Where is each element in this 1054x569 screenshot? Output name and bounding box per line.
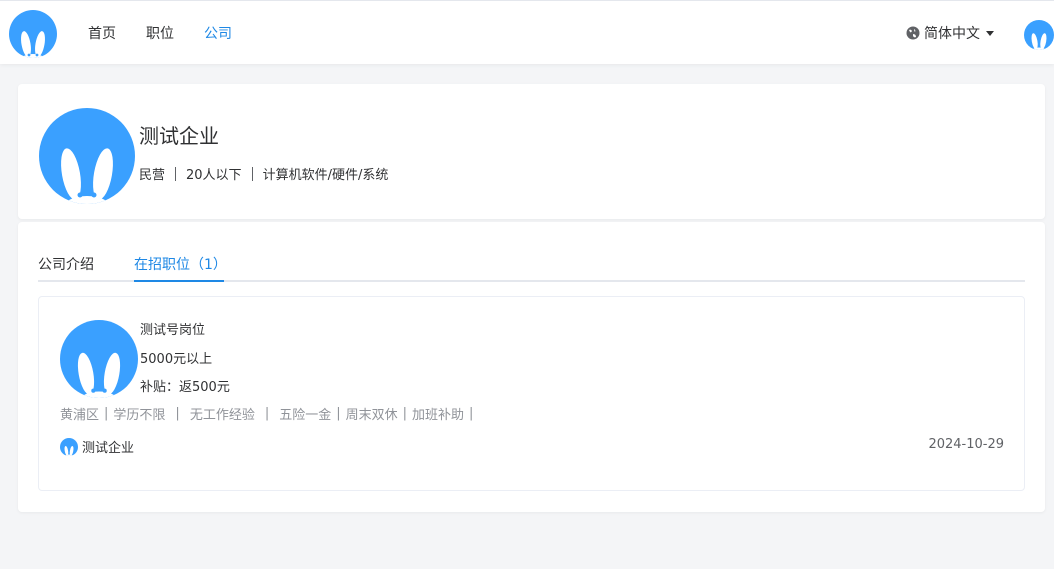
company-logo-icon xyxy=(39,108,135,204)
caret-down-icon xyxy=(986,30,994,36)
rabbit-avatar-icon[interactable] xyxy=(1024,20,1054,50)
tabs-bar: 公司介绍 在招职位（1） xyxy=(38,252,1025,282)
job-company-logo-icon xyxy=(60,320,138,398)
nav-companies[interactable]: 公司 xyxy=(204,23,232,43)
job-education: 学历不限 xyxy=(113,408,166,423)
company-meta: 民营 20人以下 计算机软件/硬件/系统 xyxy=(139,164,388,183)
job-subsidy: 补贴：返500元 xyxy=(140,380,230,395)
rabbit-avatar-icon xyxy=(60,437,78,456)
job-district: 黄浦区 xyxy=(60,408,100,423)
main-nav: 首页 职位 公司 xyxy=(88,1,262,65)
job-salary: 5000元以上 xyxy=(140,352,213,367)
divider xyxy=(251,166,253,181)
active-tab-indicator xyxy=(134,280,224,282)
company-header-card: 测试企业 民营 20人以下 计算机软件/硬件/系统 xyxy=(18,84,1045,219)
job-title[interactable]: 测试号岗位 xyxy=(140,319,205,338)
company-size: 20人以下 xyxy=(186,168,242,183)
company-ownership: 民营 xyxy=(139,168,166,183)
job-benefit: 五险一金 xyxy=(279,408,332,423)
tab-open-positions[interactable]: 在招职位（1） xyxy=(134,254,227,282)
divider xyxy=(175,166,177,181)
nav-jobs[interactable]: 职位 xyxy=(146,23,174,43)
job-tags: 黄浦区 | 学历不限 | 无工作经验 | 五险一金 | 周末双休 | 加班补助 … xyxy=(60,406,474,423)
globe-icon xyxy=(906,26,920,40)
tab-company-intro[interactable]: 公司介绍 xyxy=(38,254,94,282)
job-date: 2024-10-29 xyxy=(928,437,1004,452)
job-experience: 无工作经验 xyxy=(189,408,255,423)
top-navbar: 首页 职位 公司 简体中文 xyxy=(0,0,1054,64)
rabbit-logo-icon[interactable] xyxy=(9,10,57,58)
company-tabs-card: 公司介绍 在招职位（1） 测试号岗位 5000元以上 补贴：返500元 黄浦区 … xyxy=(18,222,1045,512)
company-name: 测试企业 xyxy=(139,124,219,148)
company-industry: 计算机软件/硬件/系统 xyxy=(262,168,389,183)
job-company[interactable]: 测试企业 xyxy=(60,437,134,456)
job-benefit: 加班补助 xyxy=(412,408,465,423)
language-selector[interactable]: 简体中文 xyxy=(906,23,994,43)
nav-home[interactable]: 首页 xyxy=(88,23,116,43)
job-company-name: 测试企业 xyxy=(82,441,135,456)
language-label: 简体中文 xyxy=(924,26,980,42)
job-card[interactable]: 测试号岗位 5000元以上 补贴：返500元 黄浦区 | 学历不限 | 无工作经… xyxy=(38,296,1025,491)
job-benefit: 周末双休 xyxy=(345,408,398,423)
